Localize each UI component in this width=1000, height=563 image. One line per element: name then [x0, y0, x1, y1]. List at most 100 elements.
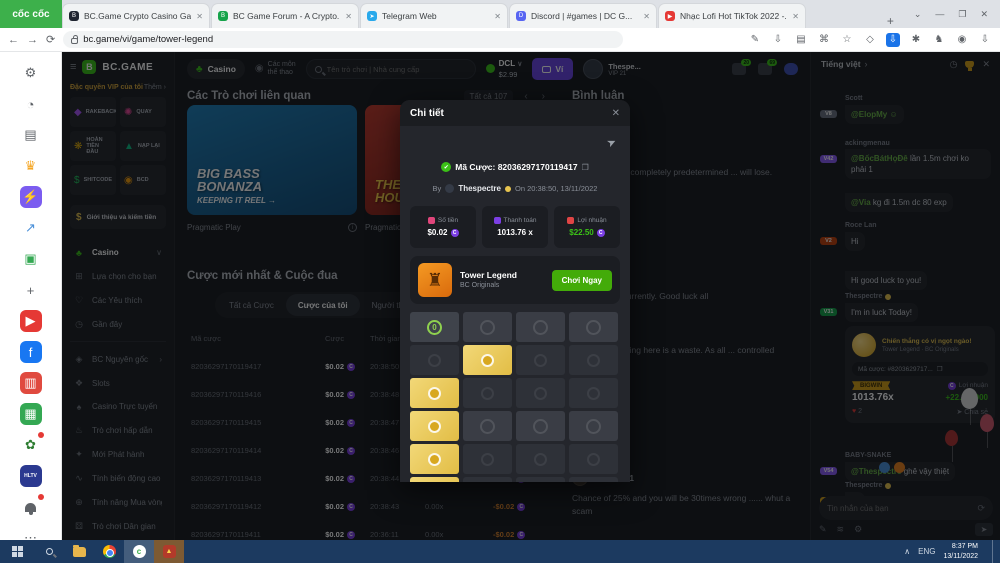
new-tab-button[interactable]: + [879, 14, 902, 28]
play-now-button[interactable]: Chơi Ngay [552, 270, 612, 291]
tab-close-icon[interactable]: ✕ [792, 12, 799, 21]
minimize-button[interactable]: — [935, 9, 944, 19]
notification-bell-icon[interactable] [20, 496, 42, 518]
bet-id-label: Mã Cược: [455, 162, 495, 172]
tower-cell-dark[interactable] [516, 378, 565, 408]
start-button[interactable] [0, 540, 34, 563]
green-sheet-icon[interactable]: ▦ [20, 403, 42, 425]
bet-timestamp: On 20:38:50, 13/11/2022 [515, 184, 597, 193]
capture-extension-icon[interactable]: ⌘ [817, 33, 831, 47]
save-download-icon[interactable]: ⇩ [978, 33, 992, 47]
tower-cell-dark[interactable] [463, 378, 512, 408]
window-controls: ⌄ — ❐ ✕ [902, 0, 1000, 28]
close-button[interactable]: ✕ [980, 9, 988, 20]
tab-close-icon[interactable]: ✕ [643, 12, 650, 21]
tab-search-icon[interactable]: ⌄ [914, 9, 922, 20]
download-arrow-icon[interactable]: ⇩ [771, 33, 785, 47]
profile-avatar-icon[interactable]: ◉ [955, 33, 969, 47]
tab-close-icon[interactable]: ✕ [345, 12, 352, 21]
tower-legend-icon: ♜ [418, 263, 452, 297]
hltv-icon[interactable]: HLTV [20, 465, 42, 487]
stats-chart-icon[interactable]: ↗ [20, 217, 42, 239]
tower-cell-dark[interactable] [569, 345, 618, 375]
tower-cell-lite[interactable] [516, 411, 565, 441]
show-desktop-button[interactable] [992, 540, 996, 563]
forward-button[interactable]: → [27, 34, 38, 46]
share-icon[interactable]: ➤ [604, 135, 618, 151]
keyboard-language[interactable]: ENG [918, 547, 935, 556]
back-button[interactable]: ← [8, 34, 19, 46]
stat-value: $22.50 [569, 228, 593, 237]
tower-cell-dark[interactable] [463, 477, 512, 482]
browser-tab[interactable]: ➤ Telegram Web ✕ [360, 3, 508, 28]
taskbar-chrome-icon[interactable] [94, 540, 124, 563]
stat-box: Lợi nhuận $22.50C [554, 206, 620, 248]
messenger-icon[interactable]: ⚡ [20, 186, 42, 208]
by-label: By [433, 184, 442, 193]
red-app-icon[interactable]: ▥ [20, 372, 42, 394]
downloads-active-icon[interactable]: ⇩ [886, 33, 900, 47]
tower-cell-dark[interactable] [569, 378, 618, 408]
desktop-screen: cốc cốc B BC.Game Crypto Casino Ga... ✕ … [0, 0, 1000, 563]
modal-close-button[interactable]: ✕ [612, 108, 620, 119]
settings-icon[interactable]: ⚙ [20, 62, 42, 84]
youtube-icon[interactable]: ▶ [20, 310, 42, 332]
tray-expand-icon[interactable]: ∧ [904, 547, 910, 556]
tower-cell-dark[interactable] [463, 444, 512, 474]
tower-cell-lite[interactable] [569, 312, 618, 342]
tower-cell-pick[interactable] [463, 345, 512, 375]
stat-icon [428, 217, 435, 224]
pen-extension-icon[interactable]: ✎ [748, 33, 762, 47]
bookmark-star-icon[interactable]: ☆ [840, 33, 854, 47]
tab-favicon: B [69, 11, 79, 21]
add-shortcut-icon[interactable]: + [20, 279, 42, 301]
tower-cell-lite[interactable] [463, 411, 512, 441]
games-icon[interactable]: ▣ [20, 248, 42, 270]
plant-icon[interactable]: ✿ [20, 434, 42, 456]
taskbar-search-icon[interactable] [34, 540, 64, 563]
browser-tab[interactable]: D Discord | #games | DC G... ✕ [509, 3, 657, 28]
tower-cell-dark[interactable] [516, 477, 565, 482]
taskbar-game-icon[interactable]: ▲ [154, 540, 184, 563]
notes-extension-icon[interactable]: ▤ [794, 33, 808, 47]
crown-vip-icon[interactable]: ♛ [20, 155, 42, 177]
bet-details-modal: Chi tiết ✕ ➤ ✔ Mã Cược: 8203629717011941… [400, 100, 630, 482]
extension-spark-icon[interactable]: ✱ [909, 33, 923, 47]
tab-close-icon[interactable]: ✕ [196, 12, 203, 21]
player-name[interactable]: Thespectre [458, 184, 501, 193]
url-field[interactable]: bc.game/vi/game/tower-legend [63, 31, 623, 48]
reload-button[interactable]: ⟳ [46, 33, 55, 46]
browser-tab-strip: cốc cốc B BC.Game Crypto Casino Ga... ✕ … [0, 0, 1000, 28]
coccoc-logo[interactable]: cốc cốc [0, 0, 62, 28]
browser-tab[interactable]: B BC.Game Crypto Casino Ga... ✕ [62, 3, 210, 28]
maximize-button[interactable]: ❐ [958, 9, 966, 20]
tower-cell-pick[interactable] [410, 444, 459, 474]
tab-list: B BC.Game Crypto Casino Ga... ✕ B BC Gam… [62, 0, 879, 28]
tab-close-icon[interactable]: ✕ [494, 12, 501, 21]
game-title: Tower Legend [460, 270, 544, 281]
tower-cell-dark[interactable] [410, 345, 459, 375]
tab-favicon: B [218, 11, 228, 21]
taskbar-explorer-icon[interactable] [64, 540, 94, 563]
tower-cell-dark[interactable] [516, 444, 565, 474]
tower-cell-pick[interactable] [410, 411, 459, 441]
tower-cell-pick[interactable] [410, 477, 459, 482]
extension-misc-icon[interactable]: ♞ [932, 33, 946, 47]
feed-icon[interactable]: ▤ [20, 124, 42, 146]
tower-cell-pick[interactable] [410, 378, 459, 408]
adblock-shield-icon[interactable]: ◇ [863, 33, 877, 47]
tower-cell-dark[interactable] [516, 345, 565, 375]
tower-cell-dark[interactable] [569, 444, 618, 474]
system-clock[interactable]: 8:37 PM 13/11/2022 [943, 542, 984, 560]
history-icon[interactable]: ◔ [20, 93, 42, 115]
tower-cell-lite[interactable] [516, 312, 565, 342]
tower-cell-lite[interactable] [463, 312, 512, 342]
tower-cell-lite[interactable] [569, 411, 618, 441]
facebook-icon[interactable]: f [20, 341, 42, 363]
taskbar-coccoc-icon[interactable]: c [124, 540, 154, 563]
tower-cell-dark[interactable] [569, 477, 618, 482]
browser-tab[interactable]: B BC Game Forum - A Crypto... ✕ [211, 3, 359, 28]
browser-tab[interactable]: ▶ Nhạc Lofi Hot TikTok 2022 -... ✕ [658, 3, 806, 28]
tower-cell-zero[interactable]: 0 [410, 312, 459, 342]
copy-icon[interactable]: ❐ [582, 163, 589, 172]
